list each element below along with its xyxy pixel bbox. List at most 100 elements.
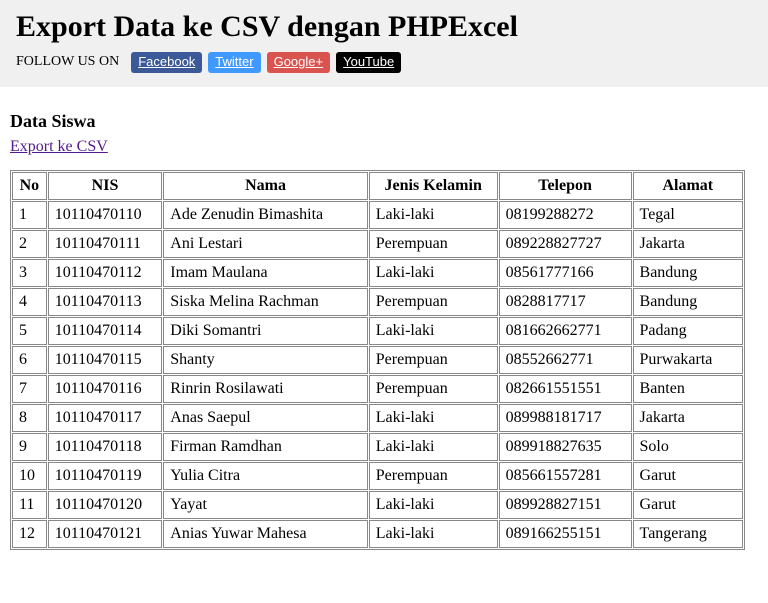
cell-tel: 08199288272 [499, 201, 632, 229]
cell-jk: Laki-laki [369, 491, 498, 519]
cell-jk: Perempuan [369, 462, 498, 490]
cell-tel: 089918827635 [499, 433, 632, 461]
cell-almt: Tangerang [633, 520, 743, 548]
th-no: No [12, 172, 47, 200]
cell-almt: Garut [633, 491, 743, 519]
cell-no: 12 [12, 520, 47, 548]
cell-nama: Shanty [163, 346, 368, 374]
cell-jk: Perempuan [369, 375, 498, 403]
cell-nis: 10110470118 [48, 433, 163, 461]
table-row: 910110470118Firman RamdhanLaki-laki08991… [12, 433, 743, 461]
cell-no: 1 [12, 201, 47, 229]
export-csv-link[interactable]: Export ke CSV [10, 138, 108, 155]
follow-label: FOLLOW US ON [16, 54, 119, 70]
cell-tel: 08561777166 [499, 259, 632, 287]
cell-almt: Solo [633, 433, 743, 461]
cell-nis: 10110470113 [48, 288, 163, 316]
cell-nama: Anias Yuwar Mahesa [163, 520, 368, 548]
cell-almt: Bandung [633, 259, 743, 287]
table-row: 310110470112Imam MaulanaLaki-laki0856177… [12, 259, 743, 287]
th-nama: Nama [163, 172, 368, 200]
facebook-badge[interactable]: Facebook [131, 52, 202, 73]
table-row: 1110110470120YayatLaki-laki089928827151G… [12, 491, 743, 519]
twitter-badge[interactable]: Twitter [208, 52, 260, 73]
cell-jk: Laki-laki [369, 433, 498, 461]
cell-tel: 089228827727 [499, 230, 632, 258]
cell-almt: Purwakarta [633, 346, 743, 374]
cell-almt: Garut [633, 462, 743, 490]
cell-no: 4 [12, 288, 47, 316]
cell-jk: Laki-laki [369, 317, 498, 345]
table-row: 1010110470119Yulia CitraPerempuan0856615… [12, 462, 743, 490]
cell-nis: 10110470120 [48, 491, 163, 519]
cell-no: 9 [12, 433, 47, 461]
cell-no: 2 [12, 230, 47, 258]
googleplus-badge[interactable]: Google+ [267, 52, 331, 73]
cell-nama: Yulia Citra [163, 462, 368, 490]
table-row: 210110470111Ani LestariPerempuan08922882… [12, 230, 743, 258]
cell-jk: Laki-laki [369, 259, 498, 287]
cell-almt: Jakarta [633, 230, 743, 258]
cell-no: 10 [12, 462, 47, 490]
page-title: Export Data ke CSV dengan PHPExcel [16, 10, 752, 44]
cell-almt: Tegal [633, 201, 743, 229]
cell-no: 8 [12, 404, 47, 432]
cell-jk: Perempuan [369, 230, 498, 258]
table-row: 1210110470121Anias Yuwar MahesaLaki-laki… [12, 520, 743, 548]
siswa-table: No NIS Nama Jenis Kelamin Telepon Alamat… [10, 170, 745, 550]
cell-nama: Imam Maulana [163, 259, 368, 287]
cell-almt: Jakarta [633, 404, 743, 432]
cell-nis: 10110470119 [48, 462, 163, 490]
cell-tel: 089166255151 [499, 520, 632, 548]
cell-tel: 081662662771 [499, 317, 632, 345]
cell-nis: 10110470114 [48, 317, 163, 345]
follow-row: FOLLOW US ON Facebook Twitter Google+ Yo… [16, 52, 752, 73]
th-almt: Alamat [633, 172, 743, 200]
cell-nama: Firman Ramdhan [163, 433, 368, 461]
cell-nis: 10110470121 [48, 520, 163, 548]
cell-no: 7 [12, 375, 47, 403]
cell-no: 11 [12, 491, 47, 519]
cell-almt: Bandung [633, 288, 743, 316]
page-header: Export Data ke CSV dengan PHPExcel FOLLO… [0, 0, 768, 87]
table-row: 110110470110Ade Zenudin BimashitaLaki-la… [12, 201, 743, 229]
table-row: 710110470116Rinrin RosilawatiPerempuan08… [12, 375, 743, 403]
youtube-badge[interactable]: YouTube [336, 52, 401, 73]
cell-tel: 089988181717 [499, 404, 632, 432]
cell-jk: Laki-laki [369, 404, 498, 432]
cell-nis: 10110470111 [48, 230, 163, 258]
cell-tel: 085661557281 [499, 462, 632, 490]
cell-nama: Siska Melina Rachman [163, 288, 368, 316]
cell-no: 5 [12, 317, 47, 345]
cell-tel: 08552662771 [499, 346, 632, 374]
cell-nama: Rinrin Rosilawati [163, 375, 368, 403]
cell-nis: 10110470110 [48, 201, 163, 229]
cell-jk: Laki-laki [369, 201, 498, 229]
cell-no: 6 [12, 346, 47, 374]
cell-nis: 10110470112 [48, 259, 163, 287]
table-row: 510110470114Diki SomantriLaki-laki081662… [12, 317, 743, 345]
cell-nama: Yayat [163, 491, 368, 519]
th-jk: Jenis Kelamin [369, 172, 498, 200]
table-row: 410110470113Siska Melina RachmanPerempua… [12, 288, 743, 316]
cell-nama: Diki Somantri [163, 317, 368, 345]
table-header-row: No NIS Nama Jenis Kelamin Telepon Alamat [12, 172, 743, 200]
cell-almt: Banten [633, 375, 743, 403]
cell-almt: Padang [633, 317, 743, 345]
cell-tel: 0828817717 [499, 288, 632, 316]
cell-nis: 10110470117 [48, 404, 163, 432]
section-title: Data Siswa [10, 111, 758, 132]
cell-jk: Perempuan [369, 346, 498, 374]
cell-tel: 089928827151 [499, 491, 632, 519]
cell-tel: 082661551551 [499, 375, 632, 403]
cell-jk: Laki-laki [369, 520, 498, 548]
content: Data Siswa Export ke CSV No NIS Nama Jen… [0, 87, 768, 550]
cell-nama: Ani Lestari [163, 230, 368, 258]
cell-jk: Perempuan [369, 288, 498, 316]
cell-no: 3 [12, 259, 47, 287]
th-nis: NIS [48, 172, 163, 200]
th-tel: Telepon [499, 172, 632, 200]
cell-nis: 10110470115 [48, 346, 163, 374]
table-row: 610110470115ShantyPerempuan08552662771Pu… [12, 346, 743, 374]
cell-nis: 10110470116 [48, 375, 163, 403]
